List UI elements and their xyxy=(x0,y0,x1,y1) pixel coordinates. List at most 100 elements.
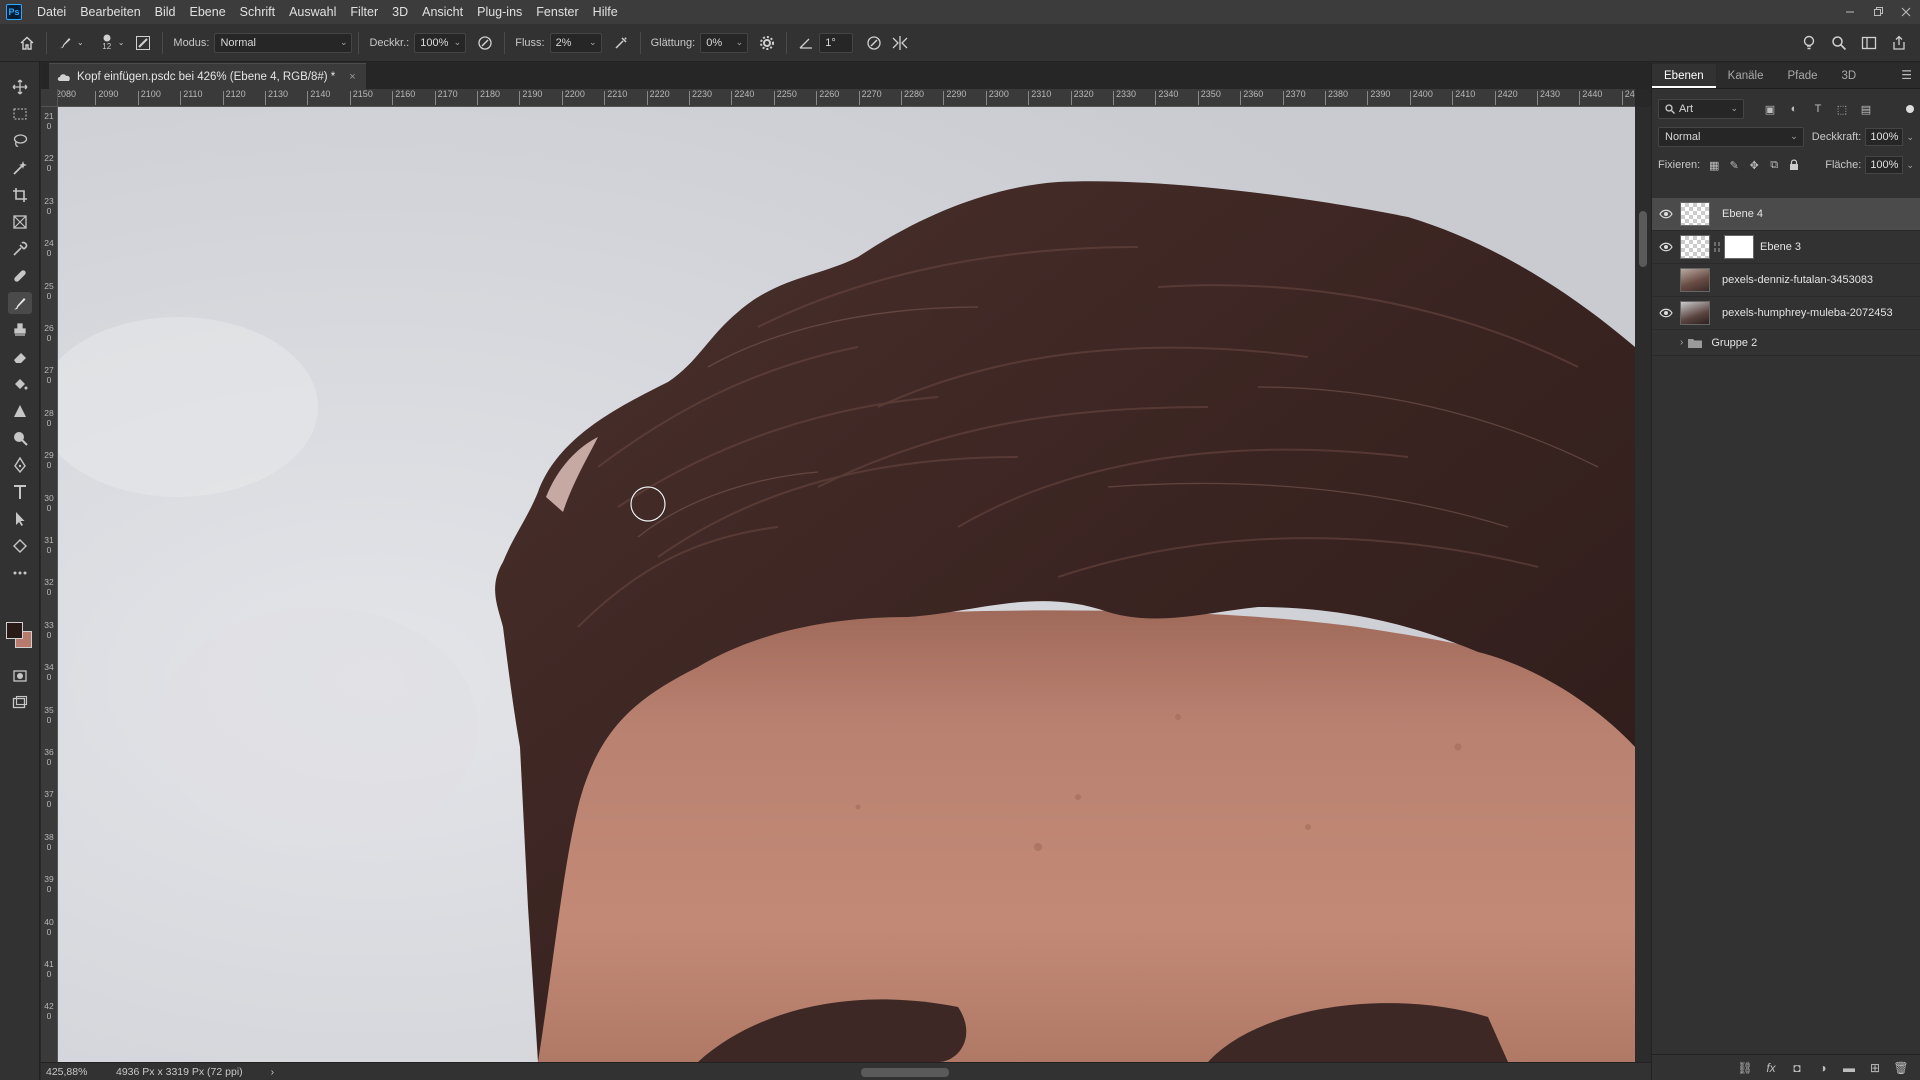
close-tab-icon[interactable]: × xyxy=(349,71,355,83)
sharpen-tool[interactable] xyxy=(8,400,32,422)
tab-3d[interactable]: 3D xyxy=(1830,64,1869,88)
dropdown-chevron-icon[interactable]: ⌄ xyxy=(77,38,84,47)
healing-brush-tool[interactable] xyxy=(8,265,32,287)
foreground-color-swatch[interactable] xyxy=(6,622,23,639)
menu-fenster[interactable]: Fenster xyxy=(529,0,585,24)
lock-icon[interactable] xyxy=(1784,155,1804,175)
dodge-tool[interactable] xyxy=(8,427,32,449)
deckkraft-field[interactable]: 100% ⌄ xyxy=(414,32,467,53)
angle-field[interactable]: 1° xyxy=(819,32,854,53)
document-canvas[interactable] xyxy=(58,107,1635,1062)
brush-tool[interactable] xyxy=(8,292,32,314)
new-group-icon[interactable]: ▬ xyxy=(1840,1061,1858,1075)
pen-tool[interactable] xyxy=(8,454,32,476)
menu-3d[interactable]: 3D xyxy=(385,0,415,24)
magic-wand-tool[interactable] xyxy=(8,157,32,179)
history-brush-tool[interactable] xyxy=(8,346,32,368)
chevron-right-icon[interactable]: › xyxy=(1680,337,1683,348)
brush-angle-control[interactable] xyxy=(793,30,819,56)
workspace-button[interactable] xyxy=(1856,30,1882,56)
crop-tool[interactable] xyxy=(8,184,32,206)
more-tools[interactable] xyxy=(8,562,32,584)
menu-ebene[interactable]: Ebene xyxy=(183,0,233,24)
menu-bild[interactable]: Bild xyxy=(148,0,183,24)
ruler-origin[interactable] xyxy=(41,89,58,107)
fx-icon[interactable]: fx xyxy=(1762,1061,1780,1075)
glaettung-field[interactable]: 0% ⌄ xyxy=(700,32,749,53)
layer-mask-thumbnail[interactable] xyxy=(1724,235,1754,259)
adjustment-layer-icon[interactable]: ◑ xyxy=(1814,1061,1832,1075)
menu-plugins[interactable]: Plug-ins xyxy=(470,0,529,24)
home-button[interactable] xyxy=(14,30,40,56)
eye-icon[interactable] xyxy=(1652,308,1680,318)
horizontal-ruler[interactable]: 2080 2090 2100 2110 2120 2130 2140 2150 2160 2170… xyxy=(58,89,1635,107)
photoshop-icon[interactable]: Ps xyxy=(6,4,22,20)
lock-artboard-icon[interactable]: ⧉ xyxy=(1764,155,1784,175)
dropdown-chevron-icon[interactable]: ⌄ xyxy=(118,38,125,47)
menu-datei[interactable]: Datei xyxy=(30,0,73,24)
zoom-level[interactable]: 425,88% xyxy=(46,1066,104,1078)
chevron-down-icon[interactable]: ⌄ xyxy=(1906,160,1914,171)
status-menu-arrow[interactable]: › xyxy=(271,1066,275,1078)
menu-auswahl[interactable]: Auswahl xyxy=(282,0,343,24)
link-icon[interactable] xyxy=(1714,241,1720,253)
vertical-ruler[interactable]: 210 220 230 240 250 260 270 280 290 300 310 320 330 3… xyxy=(41,107,58,1062)
smoothing-settings-button[interactable] xyxy=(754,30,780,56)
pressure-size-button[interactable] xyxy=(861,30,887,56)
layer-row-pexels-denniz[interactable]: pexels-denniz-futalan-3453083 xyxy=(1652,264,1920,297)
eye-icon[interactable] xyxy=(1652,242,1680,252)
lasso-tool[interactable] xyxy=(8,130,32,152)
path-selection-tool[interactable] xyxy=(8,508,32,530)
eyedropper-tool[interactable] xyxy=(8,238,32,260)
brush-settings-button[interactable] xyxy=(130,30,156,56)
lock-pixels-icon[interactable]: ✎ xyxy=(1724,155,1744,175)
shape-tool[interactable] xyxy=(8,535,32,557)
panel-menu-icon[interactable]: ☰ xyxy=(1901,68,1912,82)
menu-bearbeiten[interactable]: Bearbeiten xyxy=(73,0,147,24)
symmetry-button[interactable] xyxy=(887,30,913,56)
menu-ansicht[interactable]: Ansicht xyxy=(415,0,470,24)
fluss-field[interactable]: 2% ⌄ xyxy=(549,32,602,53)
filter-smart-object-icon[interactable]: ▤ xyxy=(1856,99,1876,119)
quick-mask-tool[interactable] xyxy=(8,665,32,687)
modus-select[interactable]: Normal ⌄ xyxy=(214,32,353,53)
lock-transparency-icon[interactable]: ▦ xyxy=(1704,155,1724,175)
layer-row-gruppe-2[interactable]: › Gruppe 2 xyxy=(1652,330,1920,356)
tab-pfade[interactable]: Pfade xyxy=(1775,64,1829,88)
marquee-tool[interactable] xyxy=(8,103,32,125)
learn-button[interactable] xyxy=(1796,30,1822,56)
close-window-button[interactable] xyxy=(1892,0,1920,24)
flaeche-field[interactable]: 100% xyxy=(1865,156,1904,174)
filter-adjustment-icon[interactable]: ◐ xyxy=(1784,99,1804,119)
pressure-opacity-button[interactable] xyxy=(472,30,498,56)
eye-icon[interactable] xyxy=(1652,209,1680,219)
link-layers-icon[interactable]: ⛓ xyxy=(1736,1061,1754,1075)
layer-filter-select[interactable]: Art ⌄ xyxy=(1658,99,1744,119)
layer-row-pexels-humphrey[interactable]: pexels-humphrey-muleba-2072453 xyxy=(1652,297,1920,330)
move-tool[interactable] xyxy=(8,76,32,98)
filter-shape-icon[interactable]: ⬚ xyxy=(1832,99,1852,119)
vertical-scrollbar[interactable] xyxy=(1635,107,1651,1062)
vertical-scroll-thumb[interactable] xyxy=(1639,211,1647,267)
layer-row-ebene-4[interactable]: Ebene 4 xyxy=(1652,198,1920,231)
tab-kanaele[interactable]: Kanäle xyxy=(1716,64,1776,88)
horizontal-scroll-thumb[interactable] xyxy=(861,1068,949,1077)
layer-row-ebene-3[interactable]: Ebene 3 xyxy=(1652,231,1920,264)
add-mask-icon[interactable]: ◘ xyxy=(1788,1061,1806,1075)
menu-schrift[interactable]: Schrift xyxy=(233,0,282,24)
blend-mode-select[interactable]: Normal ⌄ xyxy=(1658,127,1804,147)
frame-tool[interactable] xyxy=(8,211,32,233)
share-button[interactable] xyxy=(1886,30,1912,56)
chevron-down-icon[interactable]: ⌄ xyxy=(1906,132,1914,143)
tool-preset-picker[interactable] xyxy=(53,30,79,56)
filter-toggle-icon[interactable] xyxy=(1906,105,1914,113)
paint-bucket-tool[interactable] xyxy=(8,373,32,395)
menu-filter[interactable]: Filter xyxy=(343,0,385,24)
minimize-button[interactable] xyxy=(1836,0,1864,24)
search-button[interactable] xyxy=(1826,30,1852,56)
tab-ebenen[interactable]: Ebenen xyxy=(1652,64,1716,88)
filter-pixel-icon[interactable]: ▣ xyxy=(1760,99,1780,119)
opacity-field[interactable]: 100% xyxy=(1865,128,1904,146)
brush-size-picker[interactable]: 12 xyxy=(96,30,118,56)
new-layer-icon[interactable]: ⊞ xyxy=(1866,1061,1884,1075)
